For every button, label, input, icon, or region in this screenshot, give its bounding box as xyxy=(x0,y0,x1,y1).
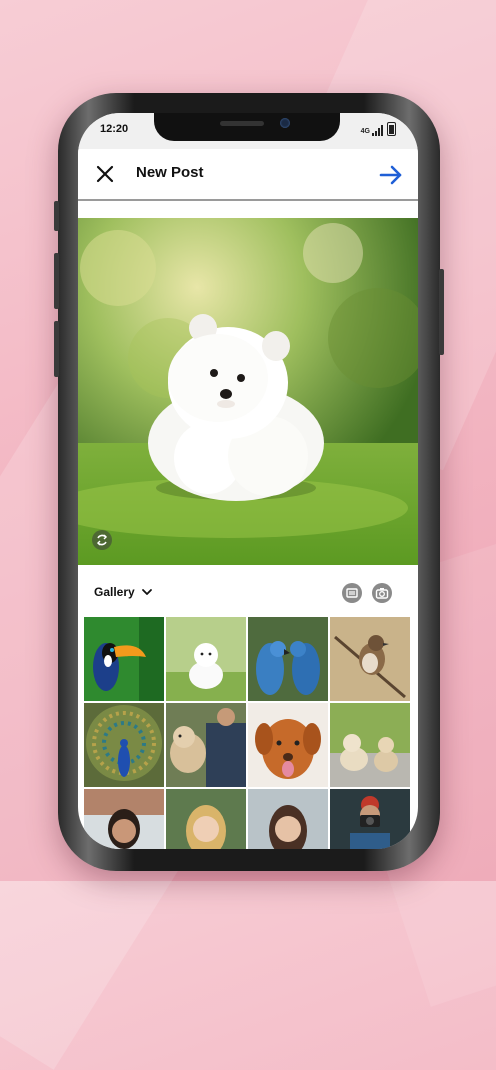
thumbnail-man-camera[interactable] xyxy=(330,789,410,849)
thumbnail-image xyxy=(330,703,410,787)
thumbnail-image xyxy=(248,617,328,701)
thumbnail-woman-3[interactable] xyxy=(248,789,328,849)
thumbnail-image xyxy=(330,617,410,701)
thumbnail-sparrow[interactable] xyxy=(330,617,410,701)
thumbnail-image xyxy=(84,617,164,701)
battery-icon xyxy=(387,122,396,136)
gallery-label: Gallery xyxy=(94,585,135,599)
chevron-down-icon xyxy=(141,589,152,595)
power-button xyxy=(439,269,444,355)
rotate-button[interactable] xyxy=(92,530,112,550)
thumbnail-image xyxy=(166,789,246,849)
rotate-icon xyxy=(97,534,107,546)
phone-frame: 12:20 4G New Post Gallery xyxy=(54,93,444,871)
camera-icon xyxy=(375,588,389,599)
speaker-grille xyxy=(220,121,264,126)
thumbnail-image xyxy=(84,789,164,849)
gallery-bar: Gallery xyxy=(78,569,418,617)
camera-button[interactable] xyxy=(372,583,392,603)
phone-screen: 12:20 4G New Post Gallery xyxy=(78,113,418,849)
thumbnail-toucan[interactable] xyxy=(84,617,164,701)
puppy-photo xyxy=(78,218,418,565)
mute-switch xyxy=(54,201,59,231)
page-title: New Post xyxy=(136,164,204,181)
thumbnail-woman-1[interactable] xyxy=(84,789,164,849)
notch xyxy=(154,113,340,141)
close-button[interactable] xyxy=(94,163,116,185)
volume-up-button xyxy=(54,253,59,309)
thumbnail-peacock[interactable] xyxy=(84,703,164,787)
close-icon xyxy=(96,165,114,183)
volume-down-button xyxy=(54,321,59,377)
thumbnail-image xyxy=(84,703,164,787)
network-label: 4G xyxy=(360,128,370,135)
app-header: New Post xyxy=(78,149,418,201)
status-icons: 4G xyxy=(361,122,396,136)
thumbnail-brown-dog[interactable] xyxy=(248,703,328,787)
multi-select-icon xyxy=(346,588,358,598)
thumbnail-parrots[interactable] xyxy=(248,617,328,701)
thumbnail-man-with-dog[interactable] xyxy=(166,703,246,787)
thumbnail-two-puppies[interactable] xyxy=(330,703,410,787)
signal-icon xyxy=(372,125,383,136)
thumbnail-image xyxy=(166,617,246,701)
thumbnail-white-puppy[interactable] xyxy=(166,617,246,701)
arrow-right-icon xyxy=(379,165,402,185)
next-button[interactable] xyxy=(378,162,404,188)
selected-photo-preview[interactable] xyxy=(78,218,418,565)
gallery-dropdown[interactable]: Gallery xyxy=(94,585,153,599)
gallery-grid xyxy=(84,617,412,849)
thumbnail-woman-2[interactable] xyxy=(166,789,246,849)
thumbnail-image xyxy=(248,703,328,787)
thumbnail-image xyxy=(248,789,328,849)
status-time: 12:20 xyxy=(100,123,129,135)
thumbnail-image xyxy=(330,789,410,849)
multi-select-button[interactable] xyxy=(342,583,362,603)
thumbnail-image xyxy=(166,703,246,787)
front-camera xyxy=(280,118,290,128)
